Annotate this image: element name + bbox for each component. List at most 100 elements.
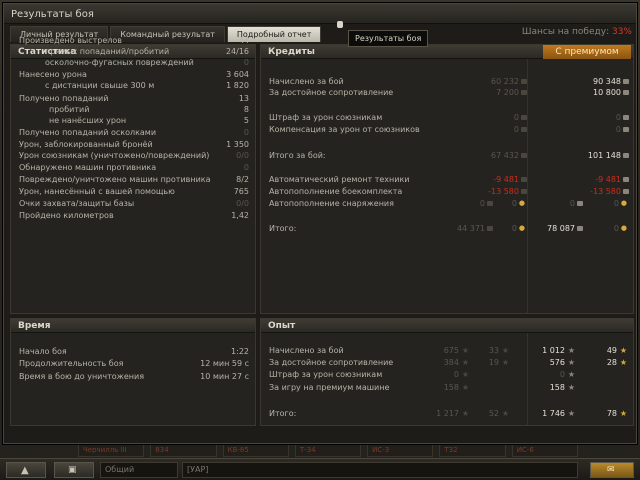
stat-row: осколочно-фугасных повреждений 0 xyxy=(11,57,257,68)
exp-base-value: 1 217 xyxy=(436,409,459,418)
exp-base-free: 19 xyxy=(488,358,499,367)
time-row: Продолжительность боя 12 мин 59 с xyxy=(11,358,257,369)
credit-icon xyxy=(521,115,527,120)
credit-icon xyxy=(521,177,527,182)
stat-row: пробитий 8 xyxy=(11,104,257,115)
time-panel: Время Начало боя 1:22 Продолжительность бо… xyxy=(10,318,256,426)
credits-row: Автопополнение снаряжения 0 0 ● 0 0 ● xyxy=(261,198,635,209)
credit-icon xyxy=(521,90,527,95)
stat-row: Получено попаданий 13 xyxy=(11,93,257,104)
chat-channel-select[interactable]: Общий xyxy=(100,462,178,478)
time-row: Начало боя 1:22 xyxy=(11,346,257,357)
message-icon: ✉ xyxy=(607,465,615,475)
credits-base-value: -13 580 xyxy=(488,187,519,196)
strip-item: T32 xyxy=(439,443,506,457)
credits-row: Компенсация за урон от союзников 0 0 xyxy=(261,124,635,135)
credits-label: Автоматический ремонт техники xyxy=(269,175,410,184)
star-icon: ★ xyxy=(461,383,469,392)
stat-label: Произведено выстрелов xyxy=(19,36,123,45)
time-label: Продолжительность боя xyxy=(19,359,124,368)
title-bar[interactable]: Результаты боя xyxy=(4,4,636,24)
credit-icon xyxy=(623,127,629,132)
stat-row: не нанёсших урон 5 xyxy=(11,115,257,126)
tooltip: Результаты боя xyxy=(348,30,429,47)
credits-label: Компенсация за урон от союзников xyxy=(269,125,420,134)
stat-value: 5 xyxy=(243,116,249,125)
credits-base-value: 67 432 xyxy=(491,151,519,160)
credit-icon xyxy=(487,226,493,231)
strip-item: 834 xyxy=(150,443,217,457)
stat-label: Очки захвата/защиты базы xyxy=(19,199,135,208)
exp-label: Итого: xyxy=(269,409,297,418)
gold-icon: ● xyxy=(518,199,525,207)
credits-base-value: 7 200 xyxy=(496,88,519,97)
stat-value: 44 xyxy=(238,36,249,45)
credits-premium-value: 10 800 xyxy=(593,88,621,97)
exp-premium-free: 78 xyxy=(606,409,617,418)
exp-label: Штраф за урон союзникам xyxy=(269,370,383,379)
exp-base-free: 33 xyxy=(488,346,499,355)
chat-toggle-button[interactable]: ▣ xyxy=(54,462,94,478)
time-value: 10 мин 27 с xyxy=(200,372,249,381)
credits-premium-value: 0 xyxy=(569,199,575,208)
battle-results-window: Результаты боя Шансы на победу: 33% Личн… xyxy=(3,3,637,444)
credits-base-value: 0 xyxy=(513,113,519,122)
win-chance-value: 33% xyxy=(611,27,632,37)
strip-item: Т-34 xyxy=(294,443,362,457)
chat-input[interactable]: [УАР] xyxy=(182,462,578,478)
exp-label: Начислено за бой xyxy=(269,346,344,355)
exp-base-value: 384 xyxy=(443,358,459,367)
exp-base-value: 675 xyxy=(443,346,459,355)
stat-label: прямых попаданий/пробитий xyxy=(45,47,170,56)
exp-base-value: 158 xyxy=(443,383,459,392)
exp-row: За игру на премиум машине 158 ★ 158 ★ xyxy=(261,382,635,393)
star-icon: ★ xyxy=(461,346,469,355)
stat-value: 8 xyxy=(243,105,249,114)
credits-row: Итого: 44 371 0 ● 78 087 0 ● xyxy=(261,223,635,234)
credit-icon xyxy=(521,79,527,84)
win-chance-label: Шансы на победу: xyxy=(521,27,610,37)
credits-premium-value: 90 348 xyxy=(593,77,621,86)
credits-row: За достойное сопротивление 7 200 10 800 xyxy=(261,87,635,98)
credit-icon xyxy=(623,153,629,158)
credits-premium-value: -13 580 xyxy=(590,187,621,196)
credits-base-value: -9 481 xyxy=(493,175,519,184)
credits-label: Автопополнение боекомплекта xyxy=(269,187,403,196)
stat-label: Урон, заблокированный бронёй xyxy=(19,140,153,149)
credits-base-value: 60 232 xyxy=(491,77,519,86)
strip-item: КВ-85 xyxy=(222,443,289,457)
exp-premium-value: 158 xyxy=(549,383,565,392)
stat-value: 0 xyxy=(243,163,249,172)
gold-icon: ● xyxy=(620,199,627,207)
free-exp-icon: ★ xyxy=(619,409,627,418)
stat-value: 3 604 xyxy=(226,70,249,79)
star-icon: ★ xyxy=(567,383,575,392)
exp-header: Опыт xyxy=(261,319,633,333)
bottom-bar: ▲ ▣ Общий [УАР] ✉ xyxy=(0,458,640,480)
credit-icon xyxy=(487,201,493,206)
stat-value: 13 xyxy=(238,94,249,103)
stat-row: Урон союзникам (уничтожено/повреждений) 0… xyxy=(11,150,257,161)
credits-label: Штраф за урон союзникам xyxy=(269,113,383,122)
stat-label: Урон союзникам (уничтожено/повреждений) xyxy=(19,151,210,160)
free-exp-icon: ★ xyxy=(501,358,509,367)
stat-value: 1,42 xyxy=(231,211,249,220)
star-icon: ★ xyxy=(461,409,469,418)
stat-row: Очки захвата/защиты базы 0/0 xyxy=(11,198,257,209)
notifications-button[interactable]: ✉ xyxy=(590,462,634,478)
credits-premium-value: 0 xyxy=(615,125,621,134)
exp-row: Штраф за урон союзникам 0 ★ 0 ★ xyxy=(261,369,635,380)
stat-label: Обнаружено машин противника xyxy=(19,163,157,172)
credits-base-value: 44 371 xyxy=(457,224,485,233)
credits-premium-value: -9 481 xyxy=(595,175,621,184)
credit-icon xyxy=(623,90,629,95)
contacts-button[interactable]: ▲ xyxy=(6,462,46,478)
stat-row: с дистанции свыше 300 м 1 820 xyxy=(11,80,257,91)
credits-premium-value: 0 xyxy=(615,113,621,122)
credit-icon xyxy=(521,153,527,158)
star-icon: ★ xyxy=(567,346,575,355)
exp-panel: Опыт Начислено за бой 675 ★ 33 ★ 1 012 ★ 49 ★ За … xyxy=(260,318,634,426)
stat-value: 1 820 xyxy=(226,81,249,90)
gold-icon: ● xyxy=(518,224,525,232)
credits-premium-value: 101 148 xyxy=(587,151,621,160)
